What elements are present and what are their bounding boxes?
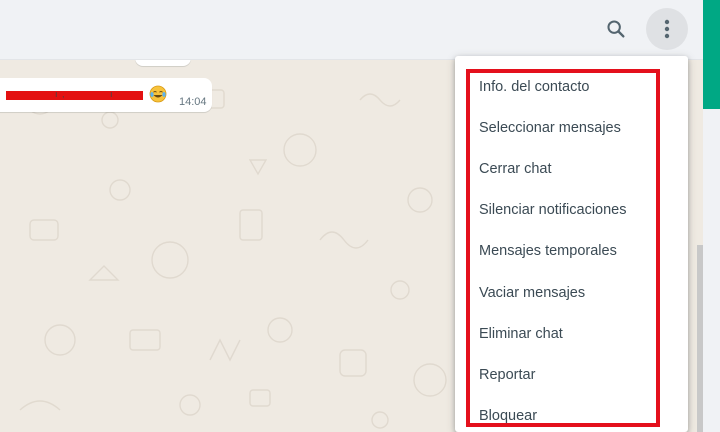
accent-strip [703,0,720,109]
menu-item-contact-info[interactable]: Info. del contacto [479,75,589,99]
redaction-mark: , [62,89,65,99]
previous-message-bubble [135,60,191,66]
menu-item-delete-chat[interactable]: Eliminar chat [479,322,563,346]
kebab-menu-icon [664,19,670,39]
menu-item-close-chat[interactable]: Cerrar chat [479,157,552,181]
redacted-message-text [6,91,143,100]
menu-item-report[interactable]: Reportar [479,363,535,387]
search-icon [607,20,625,38]
message-timestamp: 14:04 [179,96,207,108]
face-with-tears-of-joy-icon [149,85,167,103]
menu-item-clear-messages[interactable]: Vaciar mensajes [479,281,585,305]
chat-scrollbar[interactable] [697,245,703,432]
chat-header [0,0,703,60]
menu-button[interactable] [646,8,688,50]
side-panel-edge [703,109,720,432]
redaction-mark: ı [55,89,58,99]
menu-item-disappearing-messages[interactable]: Mensajes temporales [479,239,617,263]
redaction-mark: ı [110,89,113,99]
menu-item-mute-notifications[interactable]: Silenciar notificaciones [479,198,627,222]
menu-item-select-messages[interactable]: Seleccionar mensajes [479,116,621,140]
search-button[interactable] [595,8,637,50]
menu-item-block[interactable]: Bloquear [479,404,537,428]
chat-options-menu: Info. del contacto Seleccionar mensajes … [455,56,688,432]
